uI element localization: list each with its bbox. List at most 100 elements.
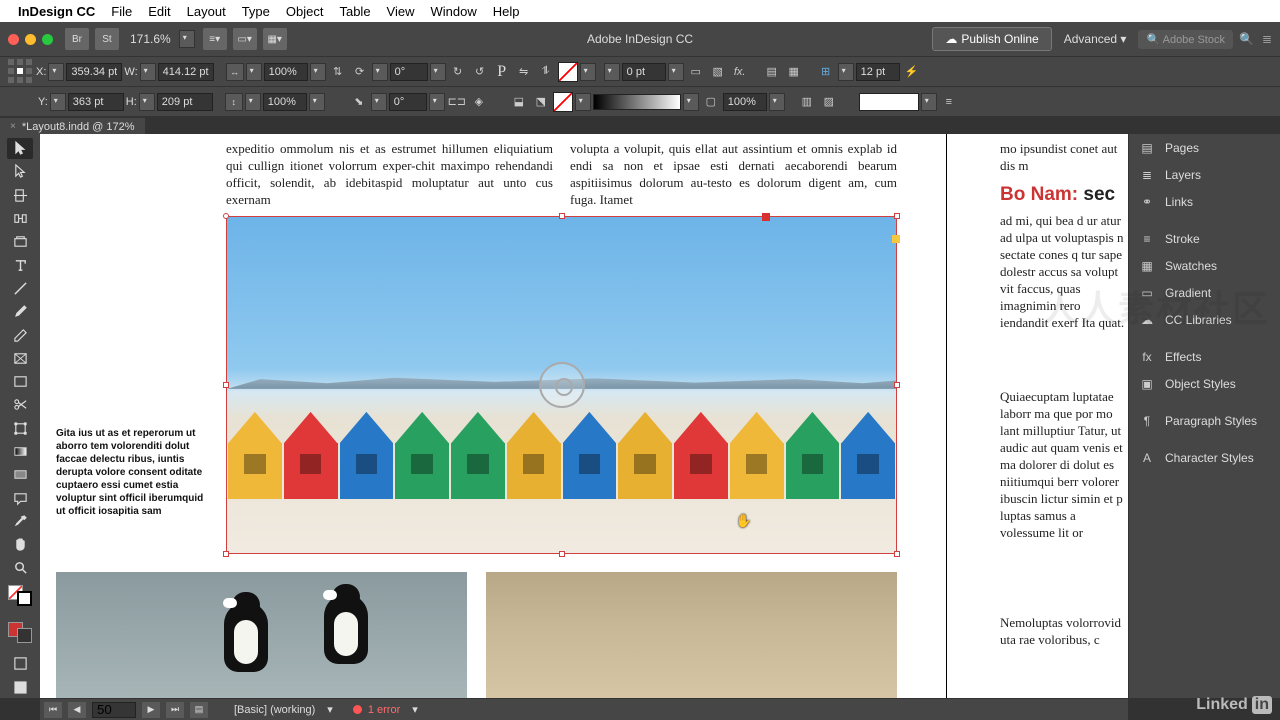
page-canvas[interactable]: expeditio ommolum nis et as estrumet hil… [54,134,1128,698]
fx-icon[interactable]: ▭ [686,62,706,82]
arrange-icon[interactable]: ▦▾ [263,28,287,50]
page-tool[interactable] [7,185,33,206]
panel-object-styles[interactable]: ▣Object Styles [1129,370,1280,397]
open-pages-button[interactable]: ▤ [190,702,208,718]
preflight-profile[interactable]: [Basic] (working) [234,704,315,716]
content-collector-tool[interactable] [7,231,33,252]
w-stepper[interactable] [140,63,156,81]
shear-stepper[interactable] [371,93,387,111]
h-stepper[interactable] [139,93,155,111]
zoom-level[interactable]: 171.6% [130,32,171,46]
rotation-field[interactable] [390,63,428,81]
panel-menu-icon[interactable]: ≣ [1262,32,1272,46]
view-mode-normal[interactable] [7,653,33,674]
menu-object[interactable]: Object [286,4,324,19]
first-page-button[interactable]: ⏮ [44,702,62,718]
x-field[interactable] [66,63,122,81]
select-content-icon[interactable]: ◈ [469,92,489,112]
gap-tool[interactable] [7,208,33,229]
free-transform-tool[interactable] [7,418,33,439]
fill-swatch[interactable] [558,62,578,82]
next-page-button[interactable]: ▶ [142,702,160,718]
adobe-stock-search[interactable]: 🔍 Adobe Stock [1138,30,1233,49]
w-field[interactable] [158,63,214,81]
text-wrap-bounding-icon[interactable]: ▦ [784,62,804,82]
screen-mode-icon[interactable]: ▭▾ [233,28,257,50]
eyedropper-tool[interactable] [7,511,33,532]
h-field[interactable] [157,93,213,111]
obj-style-dd[interactable] [921,93,937,111]
traffic-light-zoom[interactable] [42,34,53,45]
menu-table[interactable]: Table [339,4,370,19]
stock-icon[interactable]: St [95,28,119,50]
opacity-field[interactable] [723,93,767,111]
object-style-swatch[interactable] [859,93,919,111]
shear-dd[interactable] [429,93,445,111]
view-options-icon[interactable]: ≡▾ [203,28,227,50]
document-tab[interactable]: ×*Layout8.indd @ 172% [0,118,145,136]
traffic-light-minimize[interactable] [25,34,36,45]
image-frame-rocks[interactable] [486,572,897,698]
pencil-tool[interactable] [7,324,33,345]
para-style-icon[interactable]: P [492,62,512,82]
panel-character-styles[interactable]: ACharacter Styles [1129,444,1280,471]
flip-horizontal-icon[interactable]: ⇋ [514,62,534,82]
image-frame-beach[interactable]: ✋ [226,216,897,554]
shear-field[interactable] [389,93,427,111]
zoom-tool[interactable] [7,557,33,578]
y-stepper[interactable] [50,93,66,111]
type-tool[interactable] [7,254,33,275]
reference-point[interactable] [8,59,34,85]
menu-type[interactable]: Type [242,4,270,19]
constrain-icon[interactable]: ⇅ [328,62,348,82]
menu-file[interactable]: File [111,4,132,19]
bridge-icon[interactable]: Br [65,28,89,50]
stroke-dd[interactable] [668,63,684,81]
panel-links[interactable]: ⚭Links [1129,188,1280,215]
panel-stroke[interactable]: ≡Stroke [1129,225,1280,252]
direct-selection-tool[interactable] [7,161,33,182]
fx-label[interactable]: fx. [730,62,750,82]
col-stepper[interactable] [838,63,854,81]
search-icon[interactable]: 🔍 [1239,32,1254,46]
zoom-dropdown[interactable] [179,30,195,48]
select-container-icon[interactable]: ⊏⊐ [447,92,467,112]
fill-dd[interactable] [580,63,596,81]
view-mode-preview[interactable] [7,677,33,698]
menu-view[interactable]: View [387,4,415,19]
opacity-dd[interactable] [769,93,785,111]
panel-cc-libraries[interactable]: ☁CC Libraries [1129,306,1280,333]
stroke-swatch-dd[interactable] [575,93,591,111]
hand-tool[interactable] [7,534,33,555]
scale-y-dd[interactable] [309,93,325,111]
panel-paragraph-styles[interactable]: ¶Paragraph Styles [1129,407,1280,434]
panel-gradient[interactable]: ▭Gradient [1129,279,1280,306]
panel-effects[interactable]: fxEffects [1129,343,1280,370]
gradient-feather-tool[interactable] [7,464,33,485]
scale-x-stepper[interactable] [246,63,262,81]
scale-x-dd[interactable] [310,63,326,81]
panel-menu-icon-2[interactable]: ≡ [939,92,959,112]
x-stepper[interactable] [48,63,64,81]
stroke-style-dd[interactable] [683,93,699,111]
link-badge-icon[interactable] [762,213,770,221]
preflight-error-icon[interactable] [353,705,362,714]
app-name[interactable]: InDesign CC [18,4,95,19]
publish-online-button[interactable]: ☁Publish Online [932,27,1051,51]
wrap-around-icon[interactable]: ▨ [819,92,839,112]
line-tool[interactable] [7,278,33,299]
last-page-button[interactable]: ⏭ [166,702,184,718]
traffic-light-close[interactable] [8,34,19,45]
wrap-jump-icon[interactable]: ▥ [797,92,817,112]
align-icon[interactable]: ⬓ [509,92,529,112]
stroke-style[interactable] [593,94,681,110]
text-wrap-none-icon[interactable]: ▤ [762,62,782,82]
auto-fit-icon[interactable]: ⊞ [816,62,836,82]
rotation-dd[interactable] [430,63,446,81]
distribute-icon[interactable]: ⬔ [531,92,551,112]
menu-window[interactable]: Window [431,4,477,19]
stroke-weight-field[interactable] [622,63,666,81]
quick-apply-icon[interactable]: ⚡ [902,62,922,82]
gradient-swatch-tool[interactable] [7,441,33,462]
page-number-field[interactable] [92,702,136,718]
